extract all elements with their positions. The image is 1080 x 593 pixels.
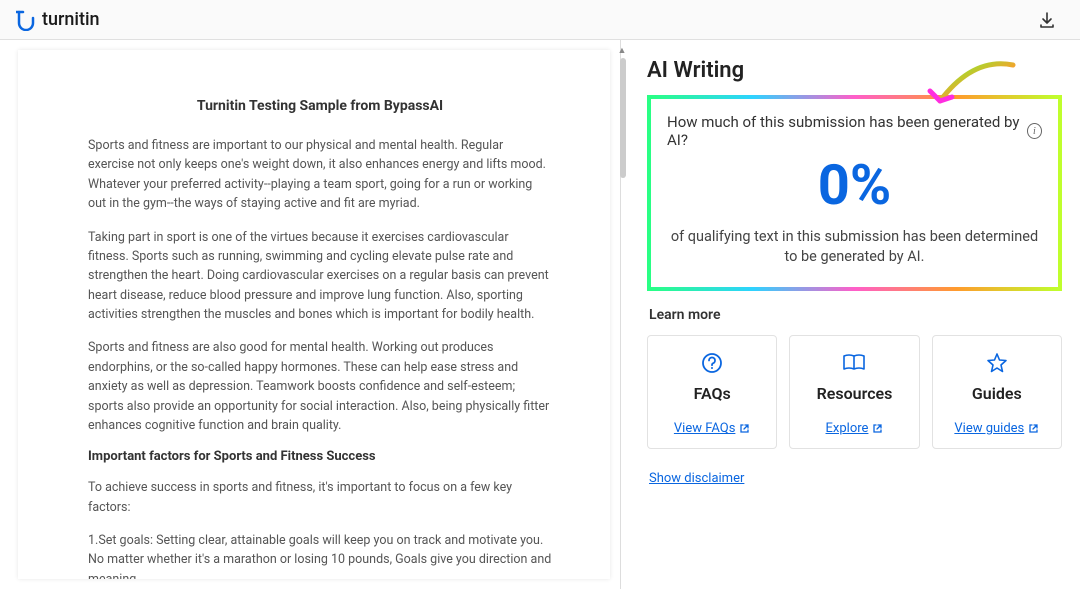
ai-percent: 0% — [667, 155, 1042, 217]
brand: turnitin — [16, 9, 100, 31]
download-icon[interactable] — [1038, 11, 1056, 29]
ai-question-row: How much of this submission has been gen… — [667, 113, 1042, 149]
card-link-label: Explore — [826, 421, 869, 436]
top-bar: turnitin — [0, 0, 1080, 40]
card-resources: Resources Explore — [789, 335, 919, 449]
turnitin-logo-icon — [16, 9, 36, 31]
card-title: Resources — [796, 384, 912, 403]
document-card[interactable]: Turnitin Testing Sample from BypassAI Sp… — [18, 50, 610, 579]
ai-heading: AI Writing — [647, 58, 1062, 83]
card-title: Guides — [939, 384, 1055, 403]
info-icon[interactable]: i — [1027, 123, 1042, 139]
document-paragraph: To achieve success in sports and fitness… — [88, 478, 552, 517]
card-faqs: FAQs View FAQs — [647, 335, 777, 449]
document-paragraph: Sports and fitness are also good for men… — [88, 338, 552, 435]
document-title: Turnitin Testing Sample from BypassAI — [88, 98, 552, 114]
card-guides: Guides View guides — [932, 335, 1062, 449]
main-area: Turnitin Testing Sample from BypassAI Sp… — [0, 40, 1080, 589]
question-circle-icon — [654, 350, 770, 376]
card-link-guides[interactable]: View guides — [954, 421, 1039, 436]
show-disclaimer-link[interactable]: Show disclaimer — [649, 471, 744, 486]
card-link-label: View guides — [954, 421, 1024, 436]
learn-more-label: Learn more — [649, 307, 1062, 323]
ai-writing-panel: AI Writing How much of this submission h… — [621, 40, 1080, 589]
resource-cards-row: FAQs View FAQs Resources Explore — [647, 335, 1062, 449]
book-open-icon — [796, 350, 912, 376]
ai-score-box: How much of this submission has been gen… — [647, 95, 1062, 291]
ai-description: of qualifying text in this submission ha… — [667, 227, 1042, 268]
card-link-resources[interactable]: Explore — [826, 421, 884, 436]
external-link-icon — [872, 423, 883, 434]
document-pane: Turnitin Testing Sample from BypassAI Sp… — [0, 40, 620, 589]
external-link-icon — [739, 423, 750, 434]
ai-question-text: How much of this submission has been gen… — [667, 113, 1021, 149]
star-icon — [939, 350, 1055, 376]
document-subheading: Important factors for Sports and Fitness… — [88, 449, 552, 464]
document-paragraph: 1.Set goals: Setting clear, attainable g… — [88, 531, 552, 579]
card-title: FAQs — [654, 384, 770, 403]
document-paragraph: Sports and fitness are important to our … — [88, 136, 552, 214]
brand-name: turnitin — [42, 9, 100, 30]
card-link-label: View FAQs — [674, 421, 736, 436]
external-link-icon — [1028, 423, 1039, 434]
document-paragraph: Taking part in sport is one of the virtu… — [88, 228, 552, 325]
card-link-faqs[interactable]: View FAQs — [674, 421, 751, 436]
